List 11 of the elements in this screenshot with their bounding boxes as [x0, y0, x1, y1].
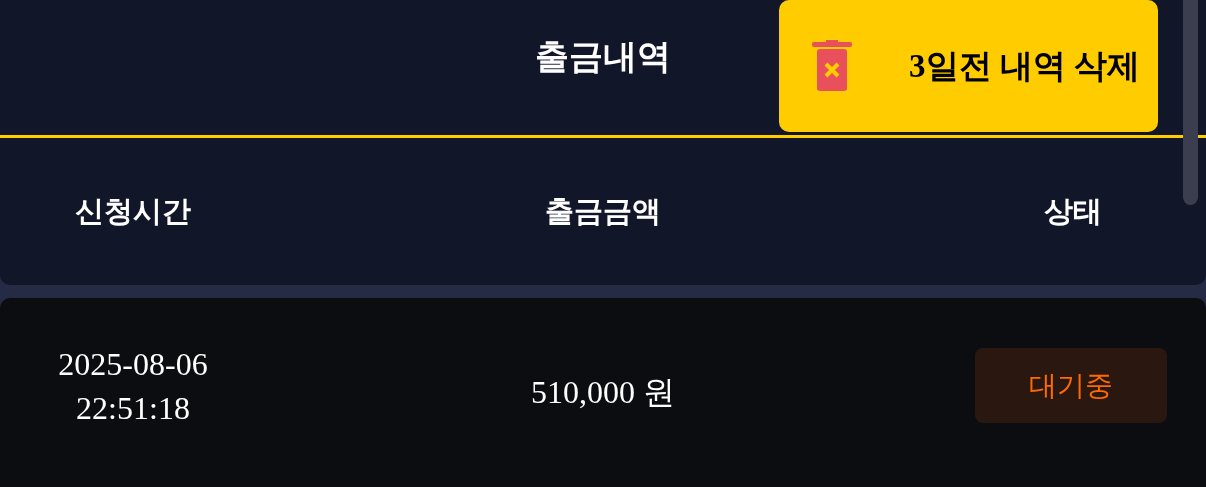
column-header: 출금금액 [545, 192, 661, 230]
request-time: 22:51:18 [75, 388, 191, 428]
trash-icon [812, 40, 852, 92]
column-header: 신청시간 [75, 192, 191, 230]
request-date: 2025-08-06 [58, 344, 208, 384]
status-badge: 대기중 [975, 348, 1167, 423]
amount: 510,000 원 [531, 372, 675, 412]
scrollbar[interactable] [1183, 0, 1198, 205]
column-header: 상태 [1044, 192, 1102, 230]
delete-history-button[interactable]: 3일전 내역 삭제 [779, 0, 1158, 132]
page-title: 출금내역 [535, 34, 671, 78]
